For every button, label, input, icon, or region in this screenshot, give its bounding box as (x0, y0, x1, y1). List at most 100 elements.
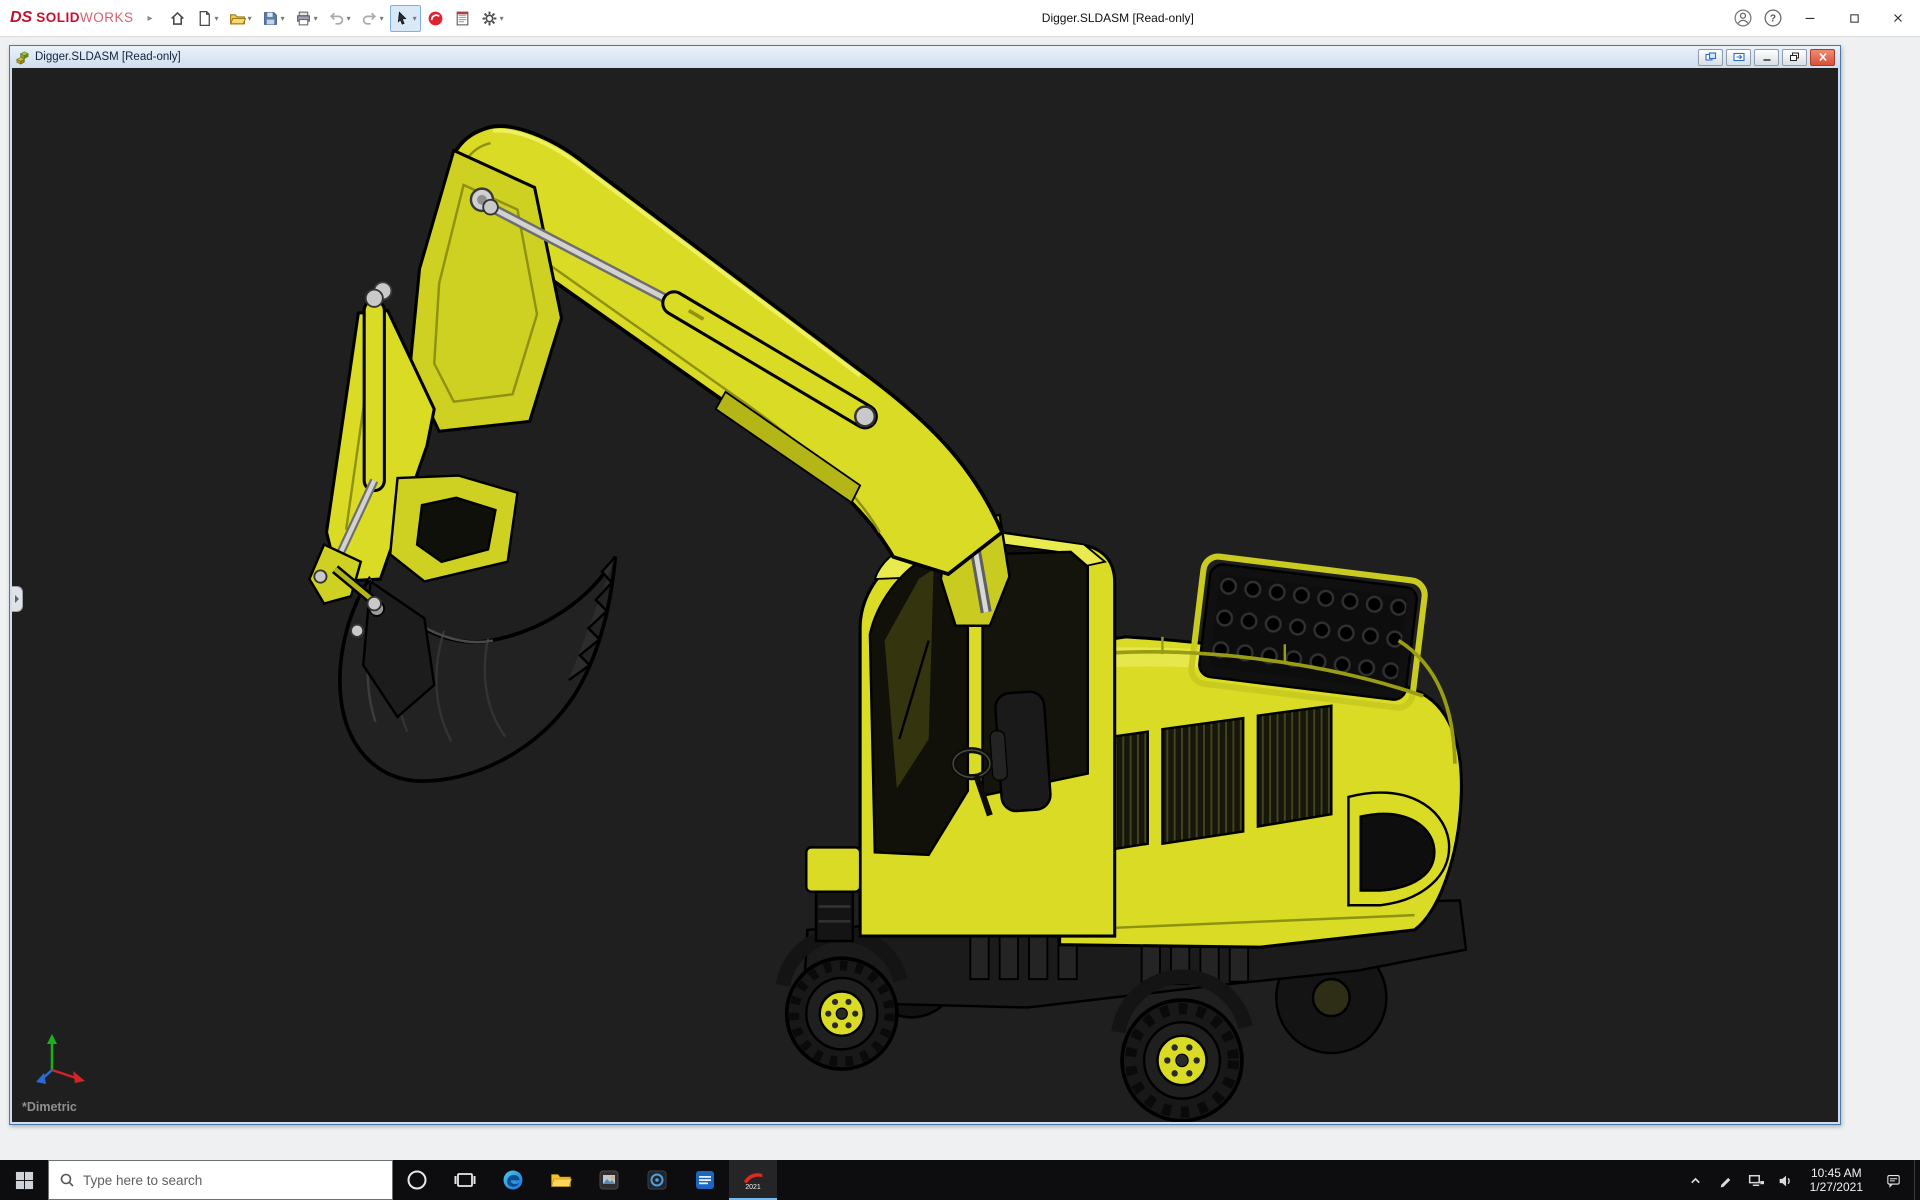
undo-button[interactable]: ▾ (324, 5, 355, 32)
tray-network-button[interactable] (1741, 1160, 1771, 1200)
chevron-down-icon[interactable]: ▾ (248, 14, 252, 23)
windows-taskbar: 2021 10:45 AM 1/27/2021 (0, 1160, 1920, 1200)
cortana-button[interactable] (393, 1160, 441, 1200)
open-button[interactable]: ▾ (225, 5, 256, 32)
maximize-icon (1848, 12, 1861, 25)
chevron-down-icon[interactable]: ▾ (215, 14, 219, 23)
document-window-buttons (1698, 49, 1837, 66)
taskbar-app-button-2[interactable] (633, 1160, 681, 1200)
tray-volume-button[interactable] (1771, 1160, 1801, 1200)
application-title-bar: DS SOLID WORKS ▸ ▾ ▾ ▾ ▾ (0, 0, 1920, 37)
network-icon (1747, 1172, 1764, 1189)
chevron-down-icon[interactable]: ▾ (380, 14, 384, 23)
help-icon: ? (1764, 9, 1782, 27)
open-folder-icon (229, 10, 246, 27)
view-orientation-label: *Dimetric (22, 1100, 77, 1114)
undo-icon (328, 10, 345, 27)
chevron-down-icon[interactable]: ▾ (281, 14, 285, 23)
solidworks-application: DS SOLID WORKS ▸ ▾ ▾ ▾ ▾ (0, 0, 1920, 1200)
new-document-icon (196, 10, 213, 27)
excavator-bucket (340, 557, 615, 781)
doc-restore-button[interactable] (1782, 49, 1807, 66)
print-button[interactable]: ▾ (291, 5, 322, 32)
title-bar-right-controls: ? (1728, 0, 1920, 36)
file-explorer-button[interactable] (537, 1160, 585, 1200)
action-center-button[interactable] (1872, 1160, 1914, 1200)
save-button[interactable]: ▾ (258, 5, 289, 32)
excavator-model (12, 68, 1838, 1122)
split-view-icon (1705, 52, 1717, 62)
file-properties-icon (454, 10, 471, 27)
help-button[interactable]: ? (1758, 0, 1788, 37)
expand-view-icon (1733, 52, 1745, 62)
chevron-down-icon[interactable]: ▾ (500, 14, 504, 23)
brand-works-text: WORKS (80, 10, 134, 25)
application-title: Digger.SLDASM [Read-only] (508, 11, 1728, 25)
taskbar-app-button-3[interactable] (681, 1160, 729, 1200)
3dexperience-icon (427, 10, 444, 27)
3dexperience-button[interactable] (423, 5, 448, 32)
quick-access-toolbar: ▾ ▾ ▾ ▾ ▾ ▾ ▾ (165, 5, 508, 32)
system-tray: 10:45 AM 1/27/2021 (1681, 1160, 1920, 1200)
edge-browser-button[interactable] (489, 1160, 537, 1200)
edge-browser-icon (501, 1168, 525, 1192)
chevron-up-icon (1687, 1172, 1704, 1189)
home-button[interactable] (165, 5, 190, 32)
excavator-engine-hood (1060, 555, 1462, 947)
close-window-button[interactable] (1876, 0, 1920, 37)
excavator-front-wheel (787, 958, 897, 1069)
restore-icon (1789, 52, 1801, 62)
featuremanager-expand-tab[interactable] (12, 586, 23, 612)
taskbar-app-icon-1 (597, 1168, 621, 1192)
minimize-icon (1803, 11, 1817, 25)
tray-pen-button[interactable] (1711, 1160, 1741, 1200)
application-client-area: Digger.SLDASM [Read-only] (0, 37, 1920, 1160)
user-account-button[interactable] (1728, 0, 1758, 37)
solidworks-logo: DS SOLID WORKS (10, 9, 134, 27)
task-view-button[interactable] (441, 1160, 489, 1200)
clock-date: 1/27/2021 (1810, 1180, 1863, 1194)
show-desktop-strip[interactable] (1914, 1160, 1920, 1200)
close-icon (1817, 52, 1829, 62)
maximize-window-button[interactable] (1832, 0, 1876, 37)
speaker-icon (1777, 1172, 1794, 1189)
document-title-bar[interactable]: Digger.SLDASM [Read-only] (10, 46, 1840, 68)
start-button[interactable] (0, 1160, 48, 1200)
excavator-rear-wheel (1122, 1000, 1242, 1121)
minimize-window-button[interactable] (1788, 0, 1832, 37)
solidworks-year-badge: 2021 (745, 1184, 761, 1191)
chevron-down-icon[interactable]: ▾ (413, 14, 417, 23)
cortana-icon (405, 1168, 429, 1192)
taskbar-clock[interactable]: 10:45 AM 1/27/2021 (1801, 1160, 1872, 1200)
taskbar-app-button-1[interactable] (585, 1160, 633, 1200)
assembly-document-icon (15, 50, 30, 65)
show-hidden-icons-button[interactable] (1681, 1160, 1711, 1200)
doc-window-extra-button-2[interactable] (1726, 49, 1751, 66)
redo-button[interactable]: ▾ (357, 5, 388, 32)
chevron-down-icon[interactable]: ▾ (347, 14, 351, 23)
file-explorer-icon (549, 1168, 573, 1192)
taskbar-search[interactable] (48, 1160, 393, 1200)
doc-window-extra-button-1[interactable] (1698, 49, 1723, 66)
doc-close-button[interactable] (1810, 49, 1835, 66)
new-document-button[interactable]: ▾ (192, 5, 223, 32)
solidworks-taskbar-button[interactable]: 2021 (729, 1160, 777, 1200)
redo-icon (361, 10, 378, 27)
select-cursor-icon (394, 10, 411, 27)
chevron-down-icon[interactable]: ▾ (314, 14, 318, 23)
user-account-icon (1734, 9, 1752, 27)
select-tool-button[interactable]: ▾ (390, 5, 421, 32)
document-title-text: Digger.SLDASM [Read-only] (35, 51, 181, 63)
menu-expand-arrow-icon[interactable]: ▸ (148, 13, 153, 24)
document-window: Digger.SLDASM [Read-only] (9, 45, 1841, 1125)
file-properties-button[interactable] (450, 5, 475, 32)
search-input[interactable] (83, 1173, 382, 1188)
close-icon (1891, 11, 1905, 25)
application-title-text: Digger.SLDASM [Read-only] (1042, 11, 1194, 25)
task-view-icon (453, 1168, 477, 1192)
graphics-viewport[interactable]: *Dimetric (12, 68, 1838, 1122)
doc-minimize-button[interactable] (1754, 49, 1779, 66)
print-icon (295, 10, 312, 27)
options-button[interactable]: ▾ (477, 5, 508, 32)
save-floppy-icon (262, 10, 279, 27)
